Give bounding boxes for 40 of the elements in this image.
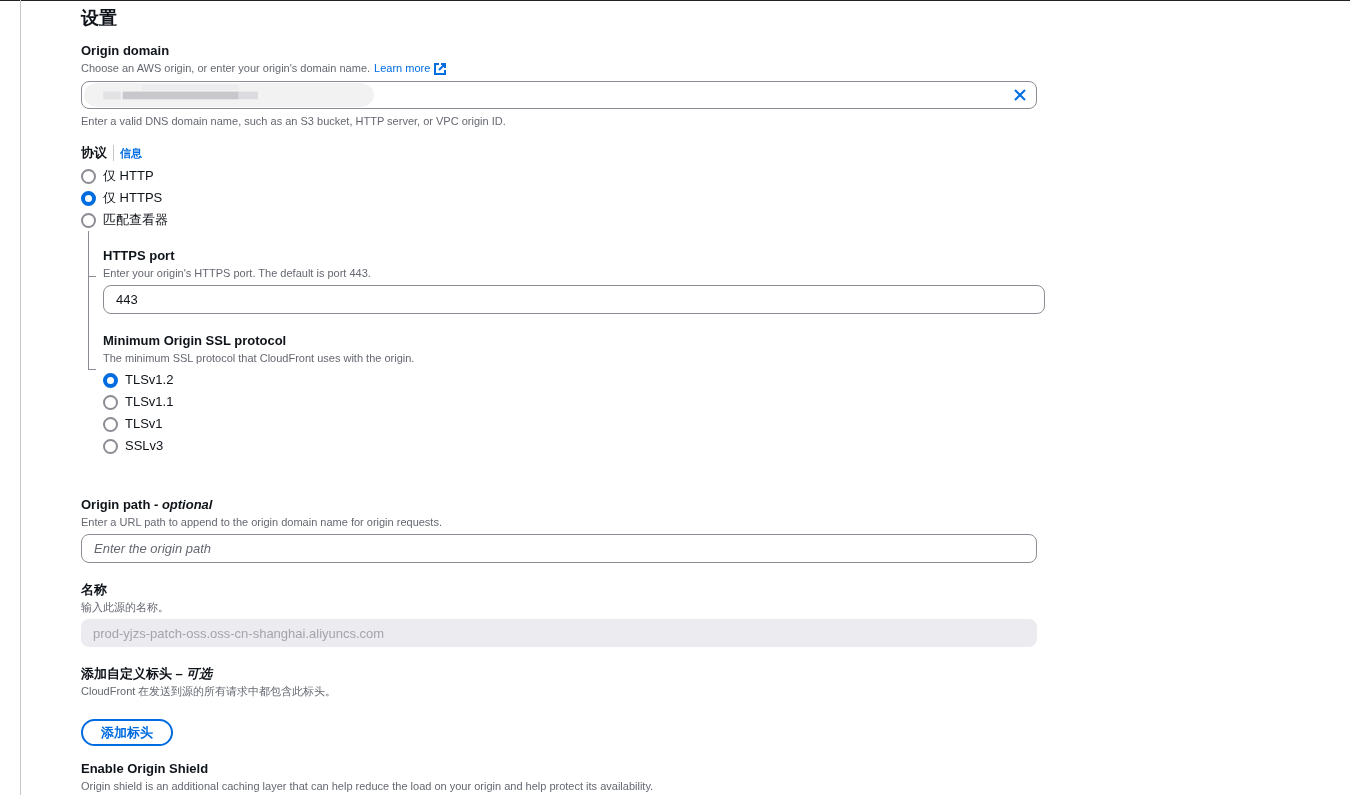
radio-label[interactable]: 仅 HTTPS [103, 188, 163, 208]
field-label: 协议 [81, 144, 107, 163]
radio-button[interactable] [103, 394, 118, 410]
external-link-icon [433, 61, 447, 75]
radio-button[interactable] [103, 438, 118, 454]
radio-label[interactable]: SSLv3 [125, 436, 164, 456]
path-input-field[interactable]: Enter the origin path [81, 534, 1037, 563]
radio-button[interactable] [81, 168, 96, 184]
radio-label[interactable]: 匹配查看器 [103, 210, 168, 230]
field-label: HTTPS port [103, 247, 176, 265]
domain-input-field[interactable] [81, 81, 1037, 109]
learn-more-link[interactable]: Learn more [374, 60, 447, 76]
field-description: CloudFront 在发送到源的所有请求中都包含此标头。 [81, 684, 338, 699]
field-description: Enter a URL path to append to the origin domain name for origin requests. [81, 515, 443, 530]
field-label: 名称 [81, 581, 108, 599]
field-description: Enter your origin's HTTPS port. The default is port 443. [103, 266, 372, 281]
radio-label[interactable]: TLSv1 [125, 414, 163, 434]
field-label: 添加自定义标头 – 可选 [81, 665, 215, 683]
field-label: Origin domain [81, 42, 171, 60]
field-label: Origin path - optional [81, 496, 214, 514]
field-description: Enter a valid DNS domain name, such as an S3 bucket, HTTP server, or VPC origin ID. [81, 114, 507, 129]
field-description: The minimum SSL protocol that CloudFront uses with the origin. [103, 351, 416, 366]
radio-button[interactable] [81, 212, 96, 228]
radio-label[interactable]: TLSv1.2 [125, 370, 174, 390]
field-label: Minimum Origin SSL protocol [103, 332, 288, 350]
field-description: Origin shield is an additional caching layer that can help reduce the load on your origin and help protect its availability. [81, 779, 655, 794]
field-label: Enable Origin Shield [81, 760, 210, 778]
close-icon [1013, 88, 1027, 102]
field-description: Choose an AWS origin, or enter your origin's domain name. [81, 61, 371, 76]
info-link[interactable]: 信息 [120, 144, 142, 162]
radio-label[interactable]: TLSv1.1 [125, 392, 174, 412]
port-input-field[interactable]: 443 [103, 285, 1045, 314]
page-title: 设置 [81, 7, 118, 30]
add-header-button[interactable]: 添加标头 [81, 719, 173, 746]
radio-label[interactable]: 仅 HTTP [103, 166, 154, 186]
radio-button[interactable] [81, 190, 96, 206]
clear-button[interactable] [1012, 87, 1028, 103]
radio-button[interactable] [103, 416, 118, 432]
radio-button[interactable] [103, 372, 118, 388]
field-description: 输入此源的名称。 [81, 600, 170, 615]
